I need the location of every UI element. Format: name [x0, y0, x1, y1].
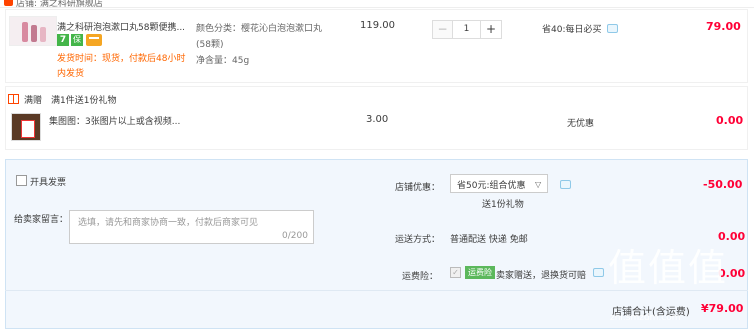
seven-day-return-icon: 7: [57, 34, 69, 46]
shipping-label: 运送方式：: [395, 235, 441, 245]
info-icon[interactable]: [593, 268, 604, 277]
credit-card-icon: [86, 34, 102, 46]
product-bottle-3: [40, 27, 46, 42]
store-name[interactable]: 店铺: 满之科研旗舰店: [16, 0, 103, 9]
watermark-url: zhi.smzdm.com: [610, 313, 681, 323]
gift-total: 0.00: [716, 114, 744, 127]
product-bottle-1: [22, 22, 28, 42]
sku-count: (58颗): [196, 40, 224, 50]
quantity-stepper: − 1 +: [432, 20, 502, 39]
guarantee-icon: 保: [71, 34, 83, 46]
sku-color: 颜色分类：樱花沁白泡泡漱口丸: [196, 24, 323, 34]
gift-thumbnail[interactable]: [11, 113, 41, 141]
shipping-time-note: 发货时间：现货，付款后48小时: [57, 54, 186, 64]
product-title[interactable]: 满之科研泡泡漱口丸58颗便携...: [57, 20, 185, 33]
item-promotion: 省40:每日必买: [542, 25, 602, 35]
product-thumbnail[interactable]: [9, 16, 57, 46]
store-discount-selected: 省50元:组合优惠: [457, 181, 526, 191]
watermark: 值值值: [608, 246, 729, 290]
sku-net-weight: 净含量：45g: [196, 56, 250, 66]
message-label: 给卖家留言：: [14, 215, 69, 225]
message-char-count: 0/200: [282, 231, 308, 241]
store-total-value: ¥79.00: [701, 302, 744, 315]
top-strip: [0, 0, 754, 8]
info-icon[interactable]: [560, 180, 571, 189]
chevron-down-icon: ▽: [535, 180, 542, 189]
store-discount-value: -50.00: [703, 178, 743, 191]
quantity-minus-button[interactable]: −: [433, 21, 453, 38]
store-discount-gift: 送1份礼物: [482, 200, 524, 210]
invoice-checkbox[interactable]: [16, 175, 27, 186]
shipping-time-note-cont: 内发货: [57, 69, 85, 79]
unit-price: 119.00: [360, 20, 395, 31]
insurance-checkbox[interactable]: ✓: [450, 267, 461, 278]
quantity-plus-button[interactable]: +: [481, 21, 501, 38]
quantity-input[interactable]: 1: [453, 21, 481, 38]
store-discount-label: 店铺优惠：: [395, 183, 441, 193]
gift-title[interactable]: 集图图：3张图片以上或含视频...: [49, 114, 180, 127]
shipping-method: 普通配送 快递 免邮: [450, 235, 528, 245]
insurance-text: 卖家赠送，退换货可赔: [496, 271, 587, 281]
product-bottle-2: [31, 25, 37, 42]
insurance-label: 运费险：: [402, 272, 439, 282]
insurance-badge: 运费险: [465, 266, 495, 279]
item-total: 79.00: [706, 20, 741, 33]
gift-icon: [8, 94, 19, 104]
gift-promo-label: 满赠 满1件送1份礼物: [24, 96, 117, 106]
invoice-label[interactable]: 开具发票: [30, 175, 66, 188]
message-placeholder: 选填，请先和商家协商一致，付款后商家可见: [78, 218, 259, 228]
gift-discount: 无优惠: [567, 119, 595, 129]
store-icon: [4, 0, 13, 6]
gift-price: 3.00: [366, 114, 389, 125]
chat-icon[interactable]: [607, 24, 618, 33]
